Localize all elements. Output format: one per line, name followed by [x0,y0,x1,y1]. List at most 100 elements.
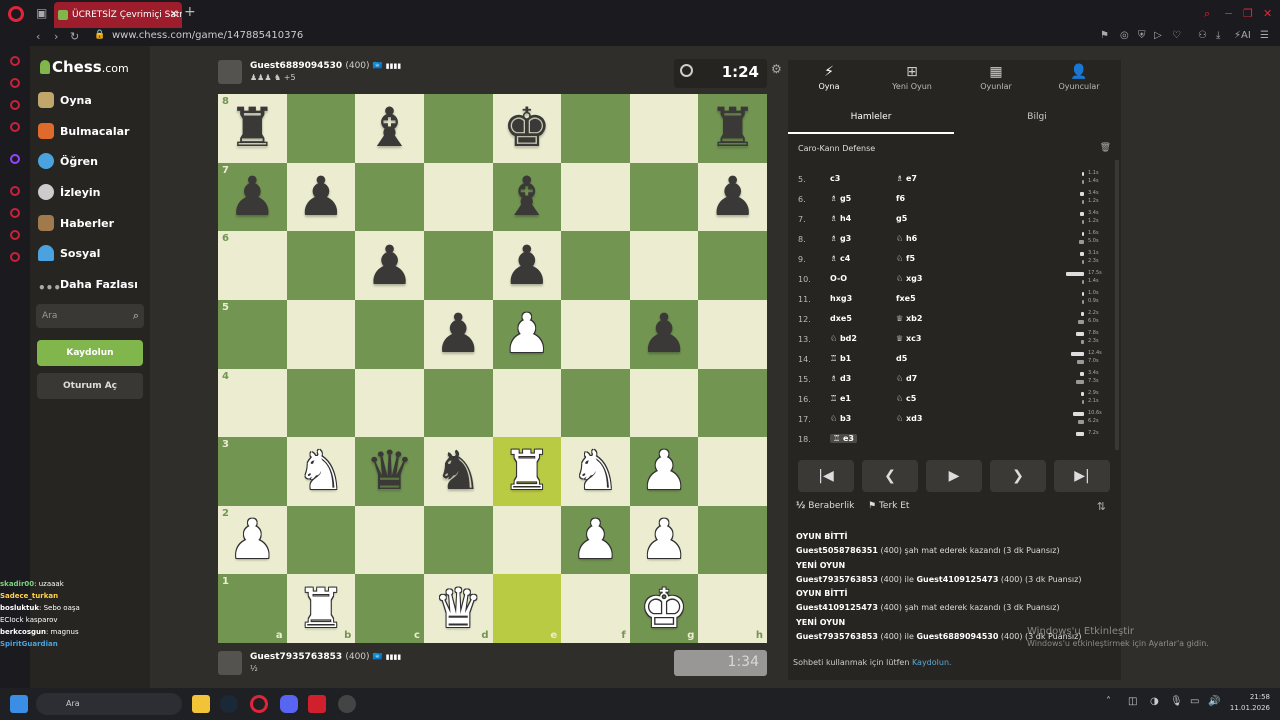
square-f6[interactable] [561,231,630,300]
black-move[interactable]: ♘ xd3 [896,414,922,423]
square-d4[interactable] [423,368,493,438]
black-move[interactable]: ♘ h6 [896,234,917,243]
steam-icon[interactable] [220,695,238,713]
black-move[interactable]: d5 [896,354,907,363]
white-queen-icon[interactable]: ♛ [424,574,493,643]
square-f7[interactable] [561,162,630,232]
black-move[interactable]: ♗ e7 [896,174,917,183]
square-b2[interactable] [286,505,356,575]
white-move[interactable]: ♗ d3 [830,374,851,383]
chevron-up-icon[interactable]: ˄ [1106,696,1111,707]
tab-chess[interactable]: ÜCRETSİZ Çevrimiçi Satranç ✕ [54,2,182,28]
signup-button[interactable]: Kaydolun [37,340,143,366]
sidebar-app-icon[interactable] [10,100,20,110]
log-username[interactable]: Guest5058786351 [796,546,878,555]
black-queen-icon[interactable]: ♛ [355,437,424,506]
log-username[interactable]: Guest7935763853 [796,632,878,641]
tab-moves[interactable]: Hamleler [788,104,954,134]
black-pawn-icon[interactable]: ♟ [424,300,493,369]
white-pawn-icon[interactable]: ♟ [630,506,699,575]
player-name[interactable]: Guest6889094530 (400) 🇺🇳 ▮▮▮▮ [250,61,401,71]
black-pawn-icon[interactable]: ♟ [493,231,562,300]
square-h1[interactable]: h [698,574,767,643]
white-king-icon[interactable]: ♚ [630,574,699,643]
ai-icon[interactable]: ⚡AI [1234,30,1251,41]
twitch-icon[interactable] [10,154,20,164]
white-pawn-icon[interactable]: ♟ [630,437,699,506]
nav-news[interactable]: Haberler [38,213,114,235]
square-c5[interactable] [355,299,424,369]
white-move[interactable]: ♗ g5 [830,194,851,203]
network-icon[interactable]: ◫ [1128,696,1137,707]
square-g6[interactable] [629,231,699,300]
square-g7[interactable] [629,162,699,232]
gear-icon[interactable]: ⚙ [771,62,782,76]
black-pawn-icon[interactable]: ♟ [287,163,356,232]
white-move[interactable]: ♖ e3 [830,434,857,443]
file-explorer-icon[interactable] [192,695,210,713]
tab-play[interactable]: ⚡ Oyna [789,64,869,91]
play-icon[interactable]: ▷ [1154,30,1162,41]
square-a3[interactable]: 3 [218,437,287,506]
square-h3[interactable] [698,437,767,506]
nav-watch[interactable]: İzleyin [38,182,101,204]
black-rook-icon[interactable]: ♜ [218,94,287,163]
system-clock[interactable]: 21:58 11.01.2026 [1230,692,1270,714]
tab-players[interactable]: 👤 Oyuncular [1039,64,1119,91]
square-c7[interactable] [355,162,424,232]
speaker-icon[interactable]: 🔊 [1208,696,1220,707]
square-a6[interactable]: 6 [218,231,287,300]
opera-logo-icon[interactable] [8,6,24,22]
camera-icon[interactable]: ◎ [1120,30,1129,41]
windows-start-icon[interactable] [10,695,28,713]
profile-icon[interactable]: ⚇ [1198,30,1207,41]
reload-button[interactable]: ↻ [70,30,79,43]
prev-move-button[interactable]: ❮ [862,460,918,492]
square-f5[interactable] [561,299,630,369]
sidebar-app-icon[interactable] [10,122,20,132]
url-field[interactable]: www.chess.com/game/147885410376 [112,30,303,41]
square-b4[interactable] [286,368,356,438]
move-list[interactable]: 5. c3 ♗ e7 1.1s 1.4s 6. ♗ g5 f6 3.4s 1.2s 7. ♗ h4 g5… [788,160,1121,450]
browser-search-icon[interactable]: ⌕ [1204,7,1210,21]
square-h4[interactable] [698,368,767,438]
opera-icon[interactable] [250,695,268,713]
log-username[interactable]: Guest7935763853 [796,575,878,584]
black-bishop-icon[interactable]: ♝ [355,94,424,163]
tab-menu-icon[interactable]: ▣ [36,6,47,20]
search-icon[interactable]: ⌕ [133,304,139,328]
search-input[interactable]: Ara ⌕ [36,304,144,328]
sidebar-app-icon[interactable] [10,56,20,66]
black-move[interactable]: ♕ xc3 [896,334,921,343]
player-username[interactable]: Guest6889094530 [250,61,342,71]
log-username[interactable]: Guest4109125473 [796,603,878,612]
square-f4[interactable] [561,368,630,438]
white-rook-icon[interactable]: ♜ [493,437,562,506]
bookmark-icon[interactable]: ⚑ [1100,30,1109,41]
square-h2[interactable] [698,505,767,575]
square-a5[interactable]: 5 [218,299,287,369]
white-knight-icon[interactable]: ♞ [287,437,356,506]
white-move[interactable]: ♗ g3 [830,234,851,243]
square-a1[interactable]: 1a [218,574,287,643]
black-move[interactable]: ♘ f5 [896,254,915,263]
monitor-icon[interactable]: ▭ [1190,696,1199,707]
draw-button[interactable]: ½ Beraberlik [796,501,854,511]
black-move[interactable]: g5 [896,214,907,223]
signup-link[interactable]: Kaydolun. [912,658,952,667]
square-g4[interactable] [629,368,699,438]
black-bishop-icon[interactable]: ♝ [493,163,562,232]
tab-games[interactable]: ▦ Oyunlar [956,64,1036,91]
sidebar-app-icon[interactable] [10,78,20,88]
next-move-button[interactable]: ❯ [990,460,1046,492]
square-c1[interactable]: c [355,574,424,643]
tab-close-icon[interactable]: ✕ [170,2,178,28]
login-button[interactable]: Oturum Aç [37,373,143,399]
maximize-button[interactable]: ❐ [1243,7,1253,20]
trash-icon[interactable]: 🗑 [1100,143,1111,153]
black-knight-icon[interactable]: ♞ [424,437,493,506]
avatar[interactable] [218,60,242,84]
square-d6[interactable] [423,231,493,300]
square-d7[interactable] [423,162,493,232]
square-g8[interactable] [629,94,699,163]
